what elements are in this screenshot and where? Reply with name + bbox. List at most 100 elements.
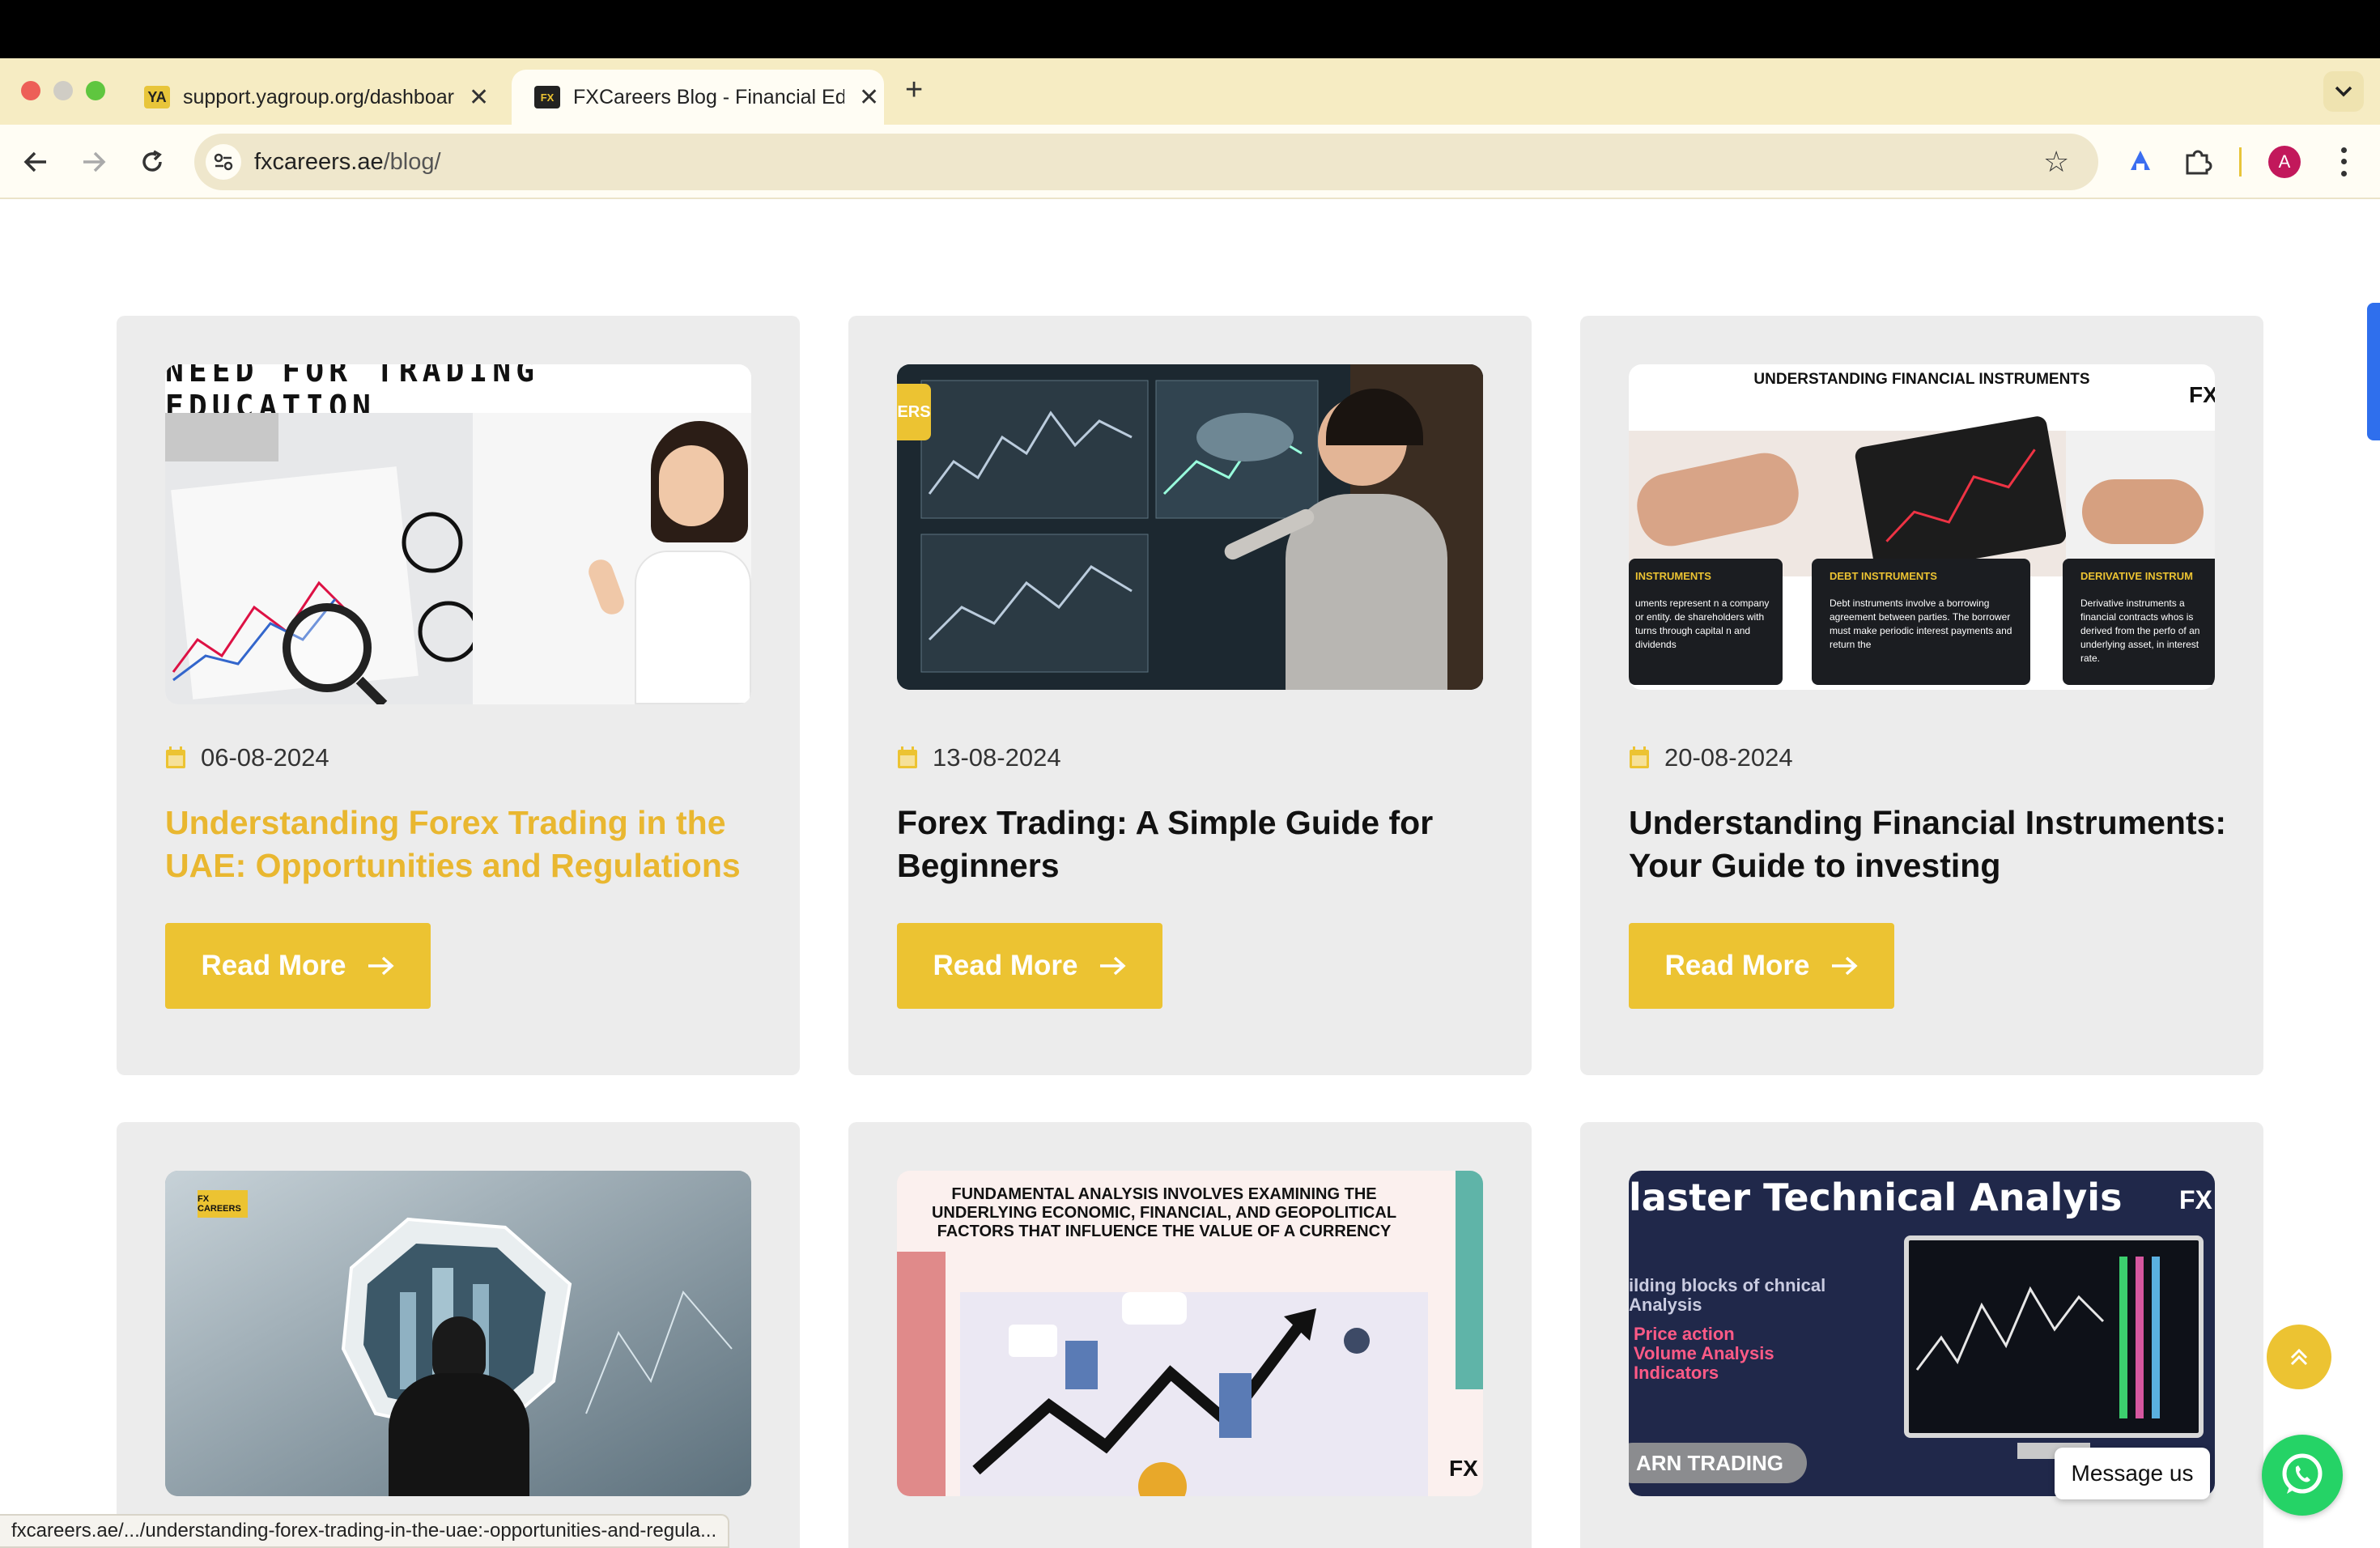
blog-card-image[interactable]: FUNDAMENTAL ANALYSIS INVOLVES EXAMINING … [897,1171,1483,1496]
image-monitor [1904,1235,2204,1438]
whatsapp-icon [2282,1453,2323,1494]
read-more-button[interactable]: Read More [165,923,431,1009]
fxcareers-favicon-icon: FX [534,86,560,108]
tab-title: support.yagroup.org/dashboard [183,85,454,108]
tab-search-button[interactable] [2323,71,2364,112]
extension-action-icon[interactable] [2124,146,2157,178]
image-deco [1456,1171,1483,1389]
url-host: fxcareers.ae [254,149,384,175]
arrow-right-icon [83,151,106,172]
chevron-down-icon [2335,86,2352,97]
site-info-button[interactable] [206,144,241,180]
post-title-line: Your Guide to investing [1629,847,2001,884]
blog-card-image[interactable]: NEED FOR TRADING EDUCATION [165,364,751,704]
url-path: /blog/ [383,149,441,175]
read-more-button[interactable]: Read More [1629,923,1894,1009]
post-date: 06-08-2024 [165,743,329,772]
arrow-right-icon [1100,956,1127,976]
close-tab-icon[interactable]: ✕ [859,83,879,112]
image-box-text: Debt instruments involve a borrowing agr… [1830,598,2012,650]
post-title[interactable]: Understanding Forex Trading in the UAE: … [165,802,764,887]
image-heading: UNDERSTANDING FINANCIAL INSTRUMENTS [1753,371,2090,388]
calendar-icon [166,746,185,768]
close-window-button[interactable] [21,81,40,100]
image-logo: FX [2179,1185,2212,1214]
image-desk [165,413,473,704]
post-date-text: 13-08-2024 [933,743,1061,772]
arrow-right-icon [368,956,395,976]
post-title-line: Forex Trading: A Simple Guide for [897,804,1434,841]
whatsapp-chat-button[interactable] [2262,1435,2343,1516]
image-box: DERIVATIVE INSTRUM Derivative instrument… [2063,559,2215,685]
tab-yagroup[interactable]: YA support.yagroup.org/dashboard ✕ [121,70,494,125]
blog-card: FX CAREERS [117,1122,800,1548]
blog-card-image[interactable]: FX CAREERS [165,1171,751,1496]
post-date-text: 20-08-2024 [1664,743,1793,772]
image-heading: FUNDAMENTAL ANALYSIS INVOLVES EXAMINING … [931,1185,1397,1240]
image-box-text: Derivative instruments a financial contr… [2080,598,2200,664]
message-us-tooltip[interactable]: Message us [2055,1448,2210,1499]
blog-card: ERS 13-08-2024 Forex Trading: A Simple G… [848,316,1532,1075]
image-woman [473,413,751,704]
browser-menu-icon[interactable] [2331,144,2356,180]
image-box-heading: DERIVATIVE INSTRUM [2080,570,2193,582]
arrow-left-icon [23,151,46,172]
calendar-icon [1630,746,1649,768]
toolbar-divider [2239,147,2242,176]
blog-card-image[interactable]: ERS [897,364,1483,690]
blog-card: UNDERSTANDING FINANCIAL INSTRUMENTS FX I… [1580,316,2263,1075]
read-more-label: Read More [1664,950,1810,981]
extensions-puzzle-icon[interactable] [2181,144,2216,180]
minimize-window-button[interactable] [53,81,73,100]
back-button[interactable] [16,142,55,181]
reload-icon [142,150,162,172]
close-tab-icon[interactable]: ✕ [469,83,489,112]
image-deco [897,1252,946,1496]
new-tab-icon[interactable]: + [905,73,923,108]
profile-avatar[interactable]: A [2268,146,2301,178]
address-bar[interactable] [194,134,2098,190]
image-badge: ERS [897,384,931,440]
image-box-text: uments represent n a company or entity. … [1635,598,1770,650]
post-title-line: UAE: Opportunities and Regulations [165,847,741,884]
image-box-heading: DEBT INSTRUMENTS [1830,570,1937,582]
tab-fxcareers-blog[interactable]: FX FXCareers Blog - Financial Education … [512,70,884,125]
read-more-button[interactable]: Read More [897,923,1162,1009]
post-title[interactable]: Forex Trading: A Simple Guide for Beginn… [897,802,1496,887]
blog-card-image[interactable]: UNDERSTANDING FINANCIAL INSTRUMENTS FX I… [1629,364,2215,690]
post-date: 13-08-2024 [897,743,1061,772]
page-content: NEED FOR TRADING EDUCATION 06-08-2024 Un… [0,199,2380,1548]
image-logo: FX [2189,382,2215,407]
read-more-label: Read More [933,950,1078,981]
image-subheading: ilding blocks of chnical Analysis [1629,1275,1826,1315]
image-pill: ARN TRADING [1629,1443,1807,1483]
tune-icon [214,153,233,171]
image-item: Price action [1634,1324,1735,1344]
image-item-list: Price action Volume Analysis Indicators [1634,1325,1774,1383]
image-box: INSTRUMENTS uments represent n a company… [1629,559,1783,685]
post-title-line: Understanding Financial Instruments: [1629,804,2227,841]
scrollbar-thumb[interactable] [2367,303,2380,440]
image-man [432,1316,486,1381]
post-title-line: Understanding Forex Trading in the [165,804,726,841]
blog-card: FUNDAMENTAL ANALYSIS INVOLVES EXAMINING … [848,1122,1532,1548]
image-logo: FX [1449,1456,1478,1481]
forward-button[interactable] [74,142,113,181]
scroll-to-top-button[interactable] [2267,1325,2331,1389]
link-status-bar: fxcareers.ae/.../understanding-forex-tra… [0,1514,730,1548]
yagroup-favicon-icon: YA [144,86,170,108]
image-item: Volume Analysis [1634,1343,1774,1363]
image-item: Indicators [1634,1363,1719,1383]
bookmark-star-icon[interactable]: ☆ [2043,146,2069,178]
image-box-heading: INSTRUMENTS [1635,570,1711,582]
post-title[interactable]: Understanding Financial Instruments: You… [1629,802,2228,887]
post-date: 20-08-2024 [1629,743,1793,772]
url-text[interactable]: fxcareers.ae/blog/ [254,149,441,176]
image-logo: FX CAREERS [198,1190,248,1218]
post-title-line: Beginners [897,847,1060,884]
image-hands [1629,415,2215,576]
zoom-window-button[interactable] [86,81,105,100]
reload-button[interactable] [133,142,172,181]
calendar-icon [898,746,917,768]
tab-title: FXCareers Blog - Financial Education [573,85,844,108]
